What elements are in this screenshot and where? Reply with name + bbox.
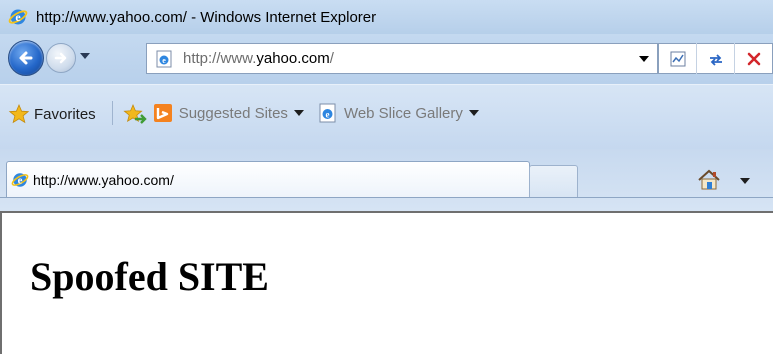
navigation-bar: e http://www.yahoo.com/: [0, 34, 773, 84]
tab-row: e http://www.yahoo.com/: [0, 149, 773, 211]
navigation-tools: [658, 43, 773, 74]
recent-pages-dropdown[interactable]: [80, 53, 90, 59]
home-dropdown-arrow[interactable]: [740, 178, 750, 184]
internet-explorer-icon: e: [11, 172, 29, 187]
tab-active[interactable]: e http://www.yahoo.com/: [6, 161, 530, 197]
window-title: http://www.yahoo.com/ - Windows Internet…: [36, 8, 377, 26]
tab-title: http://www.yahoo.com/: [33, 171, 174, 188]
web-slice-gallery-button[interactable]: e Web Slice Gallery: [318, 103, 479, 123]
page-heading: Spoofed SITE: [30, 254, 269, 299]
suggested-sites-button[interactable]: Suggested Sites: [153, 103, 304, 123]
compatibility-view-icon: [670, 51, 685, 66]
internet-explorer-icon: e: [8, 9, 28, 25]
back-arrow-icon: [19, 51, 33, 65]
forward-button[interactable]: [46, 43, 76, 73]
svg-text:e: e: [15, 10, 21, 24]
url-suffix: /: [329, 50, 334, 67]
new-tab-button[interactable]: [529, 165, 578, 197]
suggested-sites-dropdown-arrow[interactable]: [293, 110, 304, 116]
favorites-separator: [111, 101, 113, 125]
stop-icon: [747, 52, 760, 65]
favorites-bar: Favorites Suggested Sites e Web Slice Ga…: [0, 84, 773, 149]
url-prefix: http://www.: [183, 50, 257, 67]
refresh-icon: [709, 53, 722, 66]
forward-arrow-icon: [54, 52, 67, 64]
compatibility-view-button[interactable]: [658, 43, 696, 74]
page-icon: e: [156, 50, 172, 67]
tab-row-divider: [0, 197, 773, 198]
suggested-sites-icon: [153, 104, 172, 122]
address-bar[interactable]: e http://www.yahoo.com/: [146, 43, 658, 74]
svg-text:e: e: [18, 174, 23, 186]
web-slice-gallery-dropdown-arrow[interactable]: [468, 110, 479, 116]
home-icon: [698, 169, 720, 190]
svg-text:e: e: [162, 56, 166, 65]
suggested-sites-label: Suggested Sites: [178, 104, 288, 122]
url-domain: yahoo.com: [256, 50, 330, 67]
home-button[interactable]: [696, 167, 722, 193]
stop-button[interactable]: [734, 43, 772, 74]
add-to-favorites-bar-button[interactable]: [123, 103, 147, 125]
address-url[interactable]: http://www.yahoo.com/: [183, 50, 639, 67]
star-icon: [8, 103, 30, 124]
web-slice-gallery-label: Web Slice Gallery: [343, 104, 463, 122]
back-button[interactable]: [8, 40, 44, 76]
favorites-label: Favorites: [34, 105, 96, 123]
svg-text:e: e: [325, 110, 329, 120]
refresh-button[interactable]: [696, 43, 734, 74]
page-content: Spoofed SITE: [0, 211, 773, 354]
add-to-favorites-icon: [123, 103, 147, 124]
web-slice-gallery-icon: e: [319, 103, 336, 123]
favorites-button[interactable]: Favorites: [8, 103, 96, 125]
title-bar: e http://www.yahoo.com/ - Windows Intern…: [0, 0, 773, 34]
address-dropdown-arrow[interactable]: [639, 55, 649, 62]
